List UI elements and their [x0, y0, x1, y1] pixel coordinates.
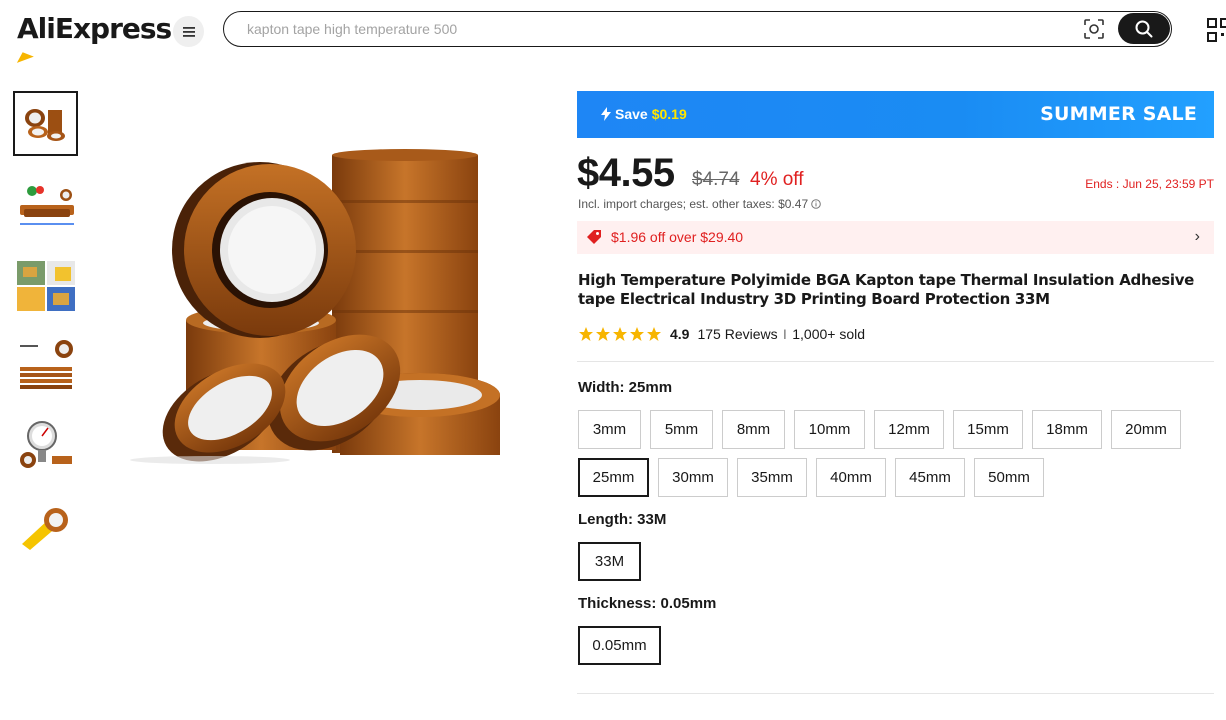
divider	[577, 361, 1214, 362]
tape-roll-yellow-thumbnail	[21, 507, 68, 550]
rating-score: 4.9	[670, 326, 690, 342]
thickness-option-005mm[interactable]: 0.05mm	[578, 626, 661, 665]
hamburger-icon	[182, 26, 195, 37]
tape-product-lineup-thumbnail	[19, 185, 74, 225]
tape-rolls-thumbnail	[24, 108, 65, 141]
original-price: $4.74	[692, 169, 740, 190]
product-title: High Temperature Polyimide BGA Kapton ta…	[578, 271, 1195, 308]
width-option-20mm[interactable]: 20mm	[1111, 410, 1181, 449]
save-label: Save	[615, 106, 648, 122]
current-price: $4.55	[577, 151, 675, 195]
search-bar	[223, 11, 1172, 47]
menu-button[interactable]	[173, 16, 204, 47]
thumbnail-1[interactable]	[13, 91, 78, 156]
main-product-image[interactable]	[120, 140, 520, 490]
image-search-button[interactable]	[1082, 18, 1106, 40]
coupon-banner[interactable]: $1.96 off over $29.40 ›	[577, 221, 1214, 254]
save-amount: $0.19	[651, 106, 687, 122]
info-icon[interactable]	[811, 199, 821, 209]
length-label: Length: 33M	[578, 511, 667, 528]
tax-text: Incl. import charges; est. other taxes: …	[578, 197, 809, 211]
search-icon	[1135, 20, 1153, 37]
search-button[interactable]	[1118, 13, 1170, 44]
thumbnail-3[interactable]	[13, 253, 78, 318]
width-option-25mm[interactable]: 25mm	[578, 458, 649, 497]
star-icon	[647, 327, 661, 341]
search-input[interactable]	[247, 19, 1047, 39]
promo-save: Save $0.19	[601, 106, 687, 122]
thumbnail-6[interactable]	[13, 491, 78, 556]
width-option-18mm[interactable]: 18mm	[1032, 410, 1102, 449]
width-option-40mm[interactable]: 40mm	[816, 458, 886, 497]
coupon-tag-icon	[587, 230, 601, 244]
summer-sale-banner: Save $0.19 SUMMER SALE	[577, 91, 1214, 138]
logo-text: AliExpress	[17, 12, 172, 45]
width-option-45mm[interactable]: 45mm	[895, 458, 965, 497]
rating-row: 4.9 175 Reviews | 1,000+ sold	[578, 326, 865, 342]
width-option-35mm[interactable]: 35mm	[737, 458, 807, 497]
thumbnail-5[interactable]	[13, 411, 78, 476]
thumbnail-2[interactable]	[13, 174, 78, 239]
reviews-link[interactable]: 175 Reviews	[697, 326, 777, 342]
tax-info: Incl. import charges; est. other taxes: …	[578, 197, 821, 211]
kapton-tape-rolls-image	[130, 149, 500, 464]
separator: |	[783, 328, 787, 340]
length-option-33m[interactable]: 33M	[578, 542, 641, 581]
sold-count: 1,000+ sold	[792, 326, 866, 342]
thickness-gauge-thumbnail	[19, 420, 72, 468]
width-option-12mm[interactable]: 12mm	[874, 410, 944, 449]
sale-ends: Ends : Jun 25, 23:59 PT	[1085, 177, 1214, 191]
width-label: Width: 25mm	[578, 379, 673, 396]
star-rating	[578, 326, 662, 342]
sale-title: SUMMER SALE	[1040, 103, 1197, 125]
aliexpress-logo[interactable]: AliExpress	[17, 12, 172, 45]
discount-percent: 4% off	[750, 169, 804, 190]
lightning-icon	[601, 107, 611, 121]
star-icon	[596, 327, 610, 341]
width-option-10mm[interactable]: 10mm	[794, 410, 865, 449]
chevron-right-icon: ›	[1194, 228, 1200, 245]
tape-sizes-thumbnail	[19, 339, 73, 389]
star-icon	[630, 327, 644, 341]
camera-scan-icon	[1084, 19, 1104, 39]
qr-code-button[interactable]	[1206, 16, 1226, 44]
thumbnail-4[interactable]	[13, 332, 78, 397]
width-option-15mm[interactable]: 15mm	[953, 410, 1023, 449]
divider	[577, 693, 1214, 694]
coupon-text: $1.96 off over $29.40	[611, 229, 744, 245]
width-option-3mm[interactable]: 3mm	[578, 410, 641, 449]
width-option-50mm[interactable]: 50mm	[974, 458, 1044, 497]
header: AliExpress	[0, 0, 1226, 62]
star-icon	[579, 327, 593, 341]
qr-code-icon	[1207, 18, 1226, 42]
thickness-label: Thickness: 0.05mm	[578, 595, 717, 612]
width-option-30mm[interactable]: 30mm	[658, 458, 728, 497]
star-icon	[613, 327, 627, 341]
width-option-8mm[interactable]: 8mm	[722, 410, 785, 449]
width-option-5mm[interactable]: 5mm	[650, 410, 713, 449]
application-collage-thumbnail	[16, 260, 75, 311]
